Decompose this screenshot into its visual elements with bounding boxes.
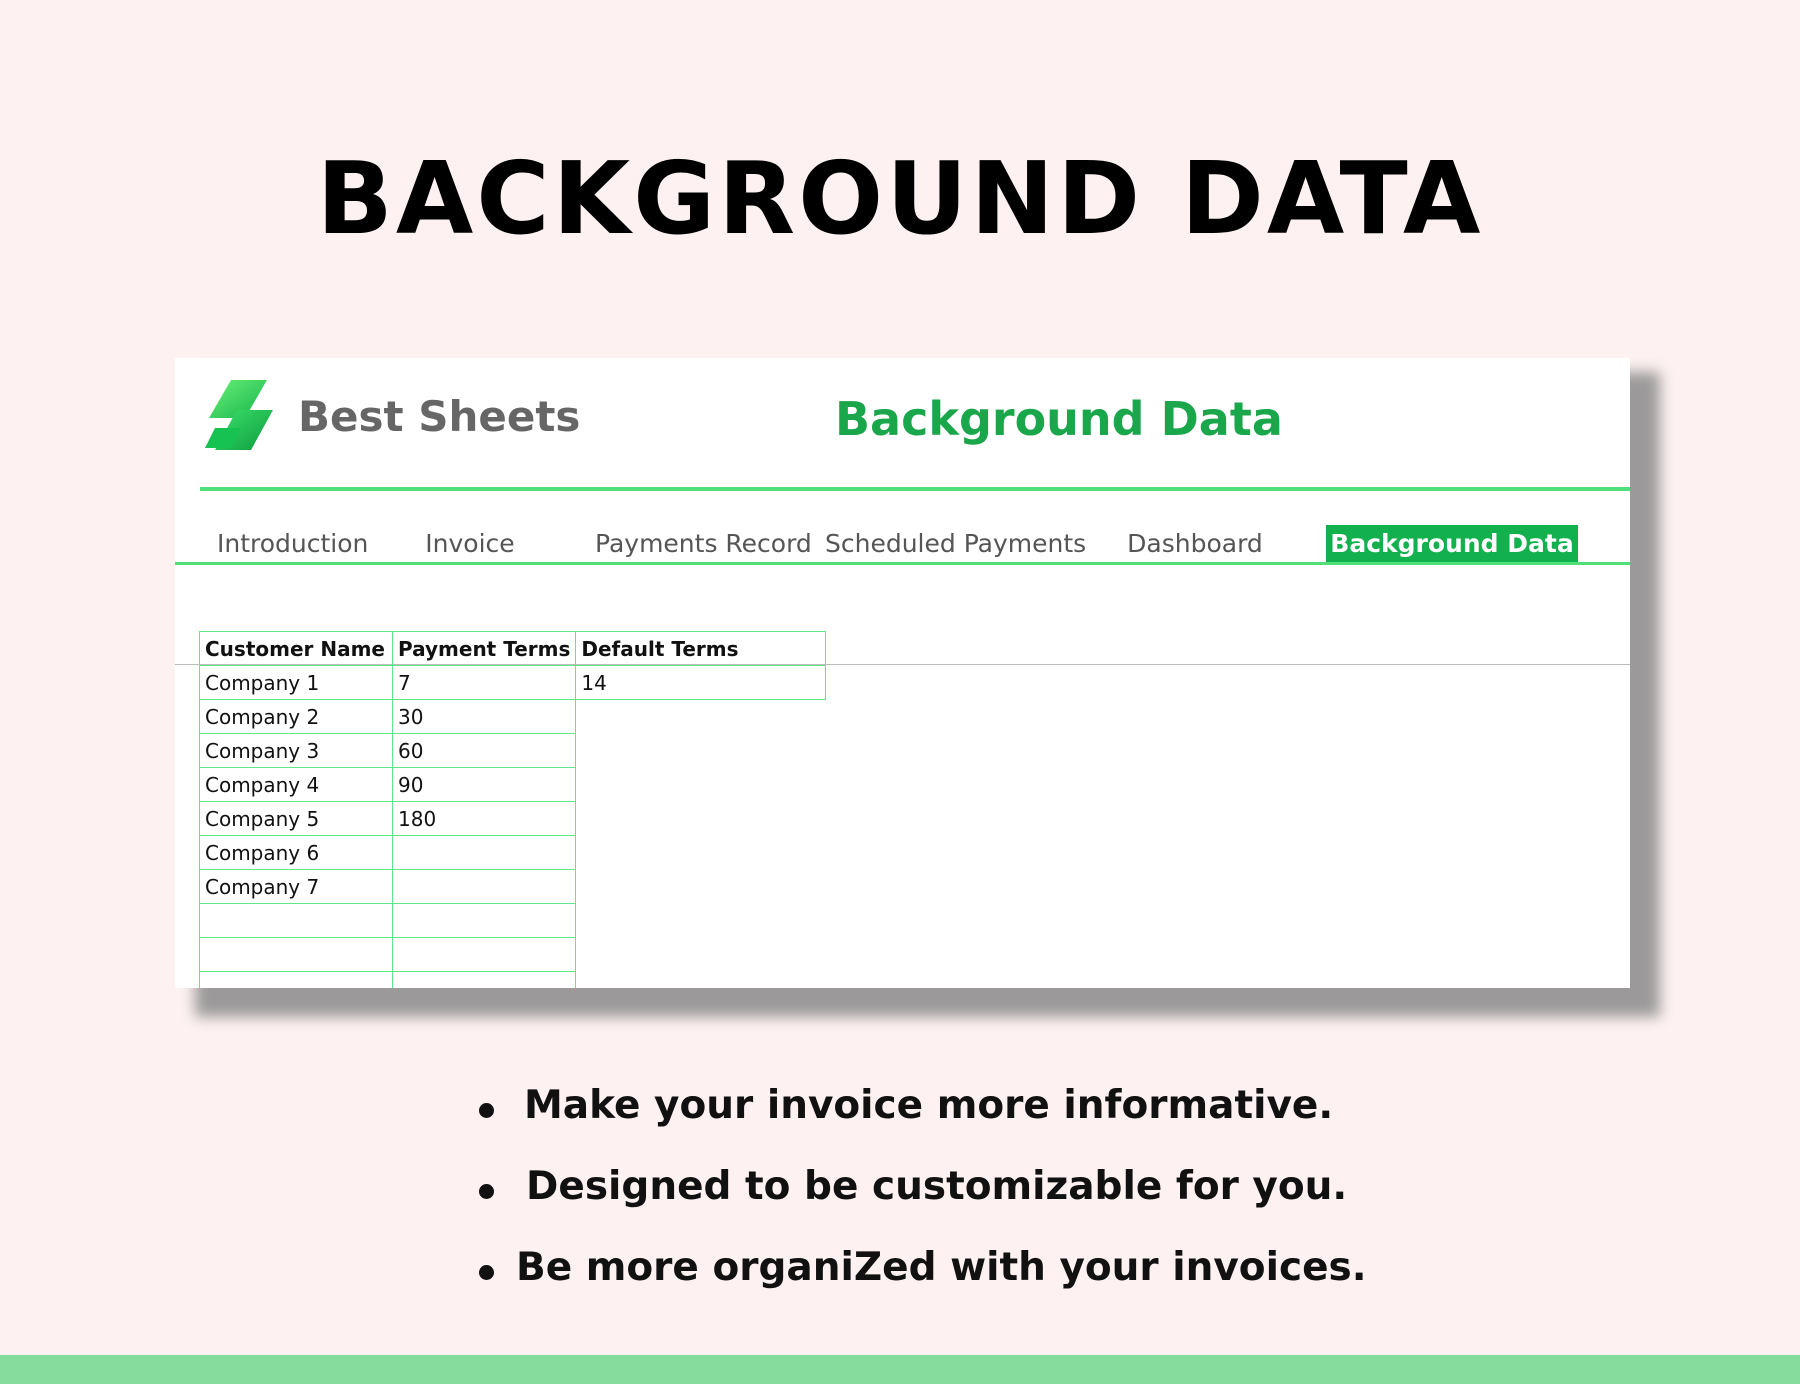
table-row [199,971,826,989]
spreadsheet-screenshot: Best Sheets Background Data Introduction… [175,358,1630,988]
customer-cell[interactable]: Company 5 [199,801,393,836]
tab-payments-record[interactable]: Payments Record [595,525,812,562]
tab-invoice[interactable]: Invoice [400,525,540,562]
empty-cell [576,972,826,989]
background-data-table: Customer Name Payment Terms Default Term… [199,631,827,989]
table-row: Company 3 60 [199,733,826,768]
customer-cell[interactable] [199,971,393,988]
empty-cell [576,870,826,904]
tab-background-data[interactable]: Background Data [1326,525,1578,562]
table-row: Company 4 90 [199,767,826,802]
terms-cell[interactable] [391,971,577,988]
table-header-row: Customer Name Payment Terms Default Term… [199,631,827,666]
customer-cell[interactable] [199,937,393,972]
tab-bar: Introduction Invoice Payments Record Sch… [175,525,1630,565]
terms-cell[interactable]: 30 [391,699,577,734]
table-row: Company 2 30 [199,699,826,734]
feature-item: Be more organiZed with your invoices. [470,1245,1370,1326]
bullet-dot-icon [479,1265,494,1280]
empty-cell [576,904,826,938]
brand-name: Best Sheets [298,392,581,441]
header-default-terms: Default Terms [575,631,827,666]
customer-cell[interactable]: Company 7 [199,869,393,904]
terms-cell[interactable] [391,903,577,938]
empty-cell [576,768,826,802]
empty-cell [576,734,826,768]
bullet-dot-icon [479,1184,494,1199]
feature-text: Be more organiZed with your invoices. [516,1245,1367,1290]
empty-cell [576,700,826,734]
footer-band [0,1355,1800,1384]
empty-cell [576,836,826,870]
feature-text: Make your invoice more informative. [524,1083,1334,1128]
feature-text: Designed to be customizable for you. [526,1164,1348,1209]
best-sheets-logo-icon [205,380,273,450]
terms-cell[interactable] [391,869,577,904]
table-row: Company 1 7 14 [199,665,827,700]
feature-item: Make your invoice more informative. [470,1083,1370,1164]
table-row: Company 5 180 [199,801,826,836]
customer-cell[interactable]: Company 6 [199,835,393,870]
empty-cell [576,802,826,836]
terms-cell[interactable]: 60 [391,733,577,768]
customer-cell[interactable]: Company 1 [199,665,393,700]
tab-introduction[interactable]: Introduction [217,525,368,562]
header-divider [200,487,1630,491]
customer-cell[interactable]: Company 4 [199,767,393,802]
tab-scheduled-payments[interactable]: Scheduled Payments [825,525,1086,562]
feature-list: Make your invoice more informative. Desi… [470,1083,1370,1326]
brand-logo: Best Sheets [201,378,580,458]
tab-dashboard[interactable]: Dashboard [1115,525,1275,562]
table-row: Company 6 [199,835,826,870]
empty-cell [576,938,826,972]
header-customer-name: Customer Name [199,631,393,666]
page-title: BACKGROUND DATA [316,140,1484,257]
table-row [199,903,826,938]
table-row [199,937,826,972]
customer-cell[interactable]: Company 2 [199,699,393,734]
customer-cell[interactable] [199,903,393,938]
terms-cell[interactable]: 180 [391,801,577,836]
terms-cell[interactable]: 90 [391,767,577,802]
table-row: Company 7 [199,869,826,904]
bullet-dot-icon [479,1103,494,1118]
terms-cell[interactable] [391,835,577,870]
default-terms-cell[interactable]: 14 [575,665,827,700]
header-payment-terms: Payment Terms [391,631,577,666]
sheet-title: Background Data [835,392,1283,446]
feature-item: Designed to be customizable for you. [470,1164,1370,1245]
terms-cell[interactable] [391,937,577,972]
customer-cell[interactable]: Company 3 [199,733,393,768]
terms-cell[interactable]: 7 [391,665,577,700]
